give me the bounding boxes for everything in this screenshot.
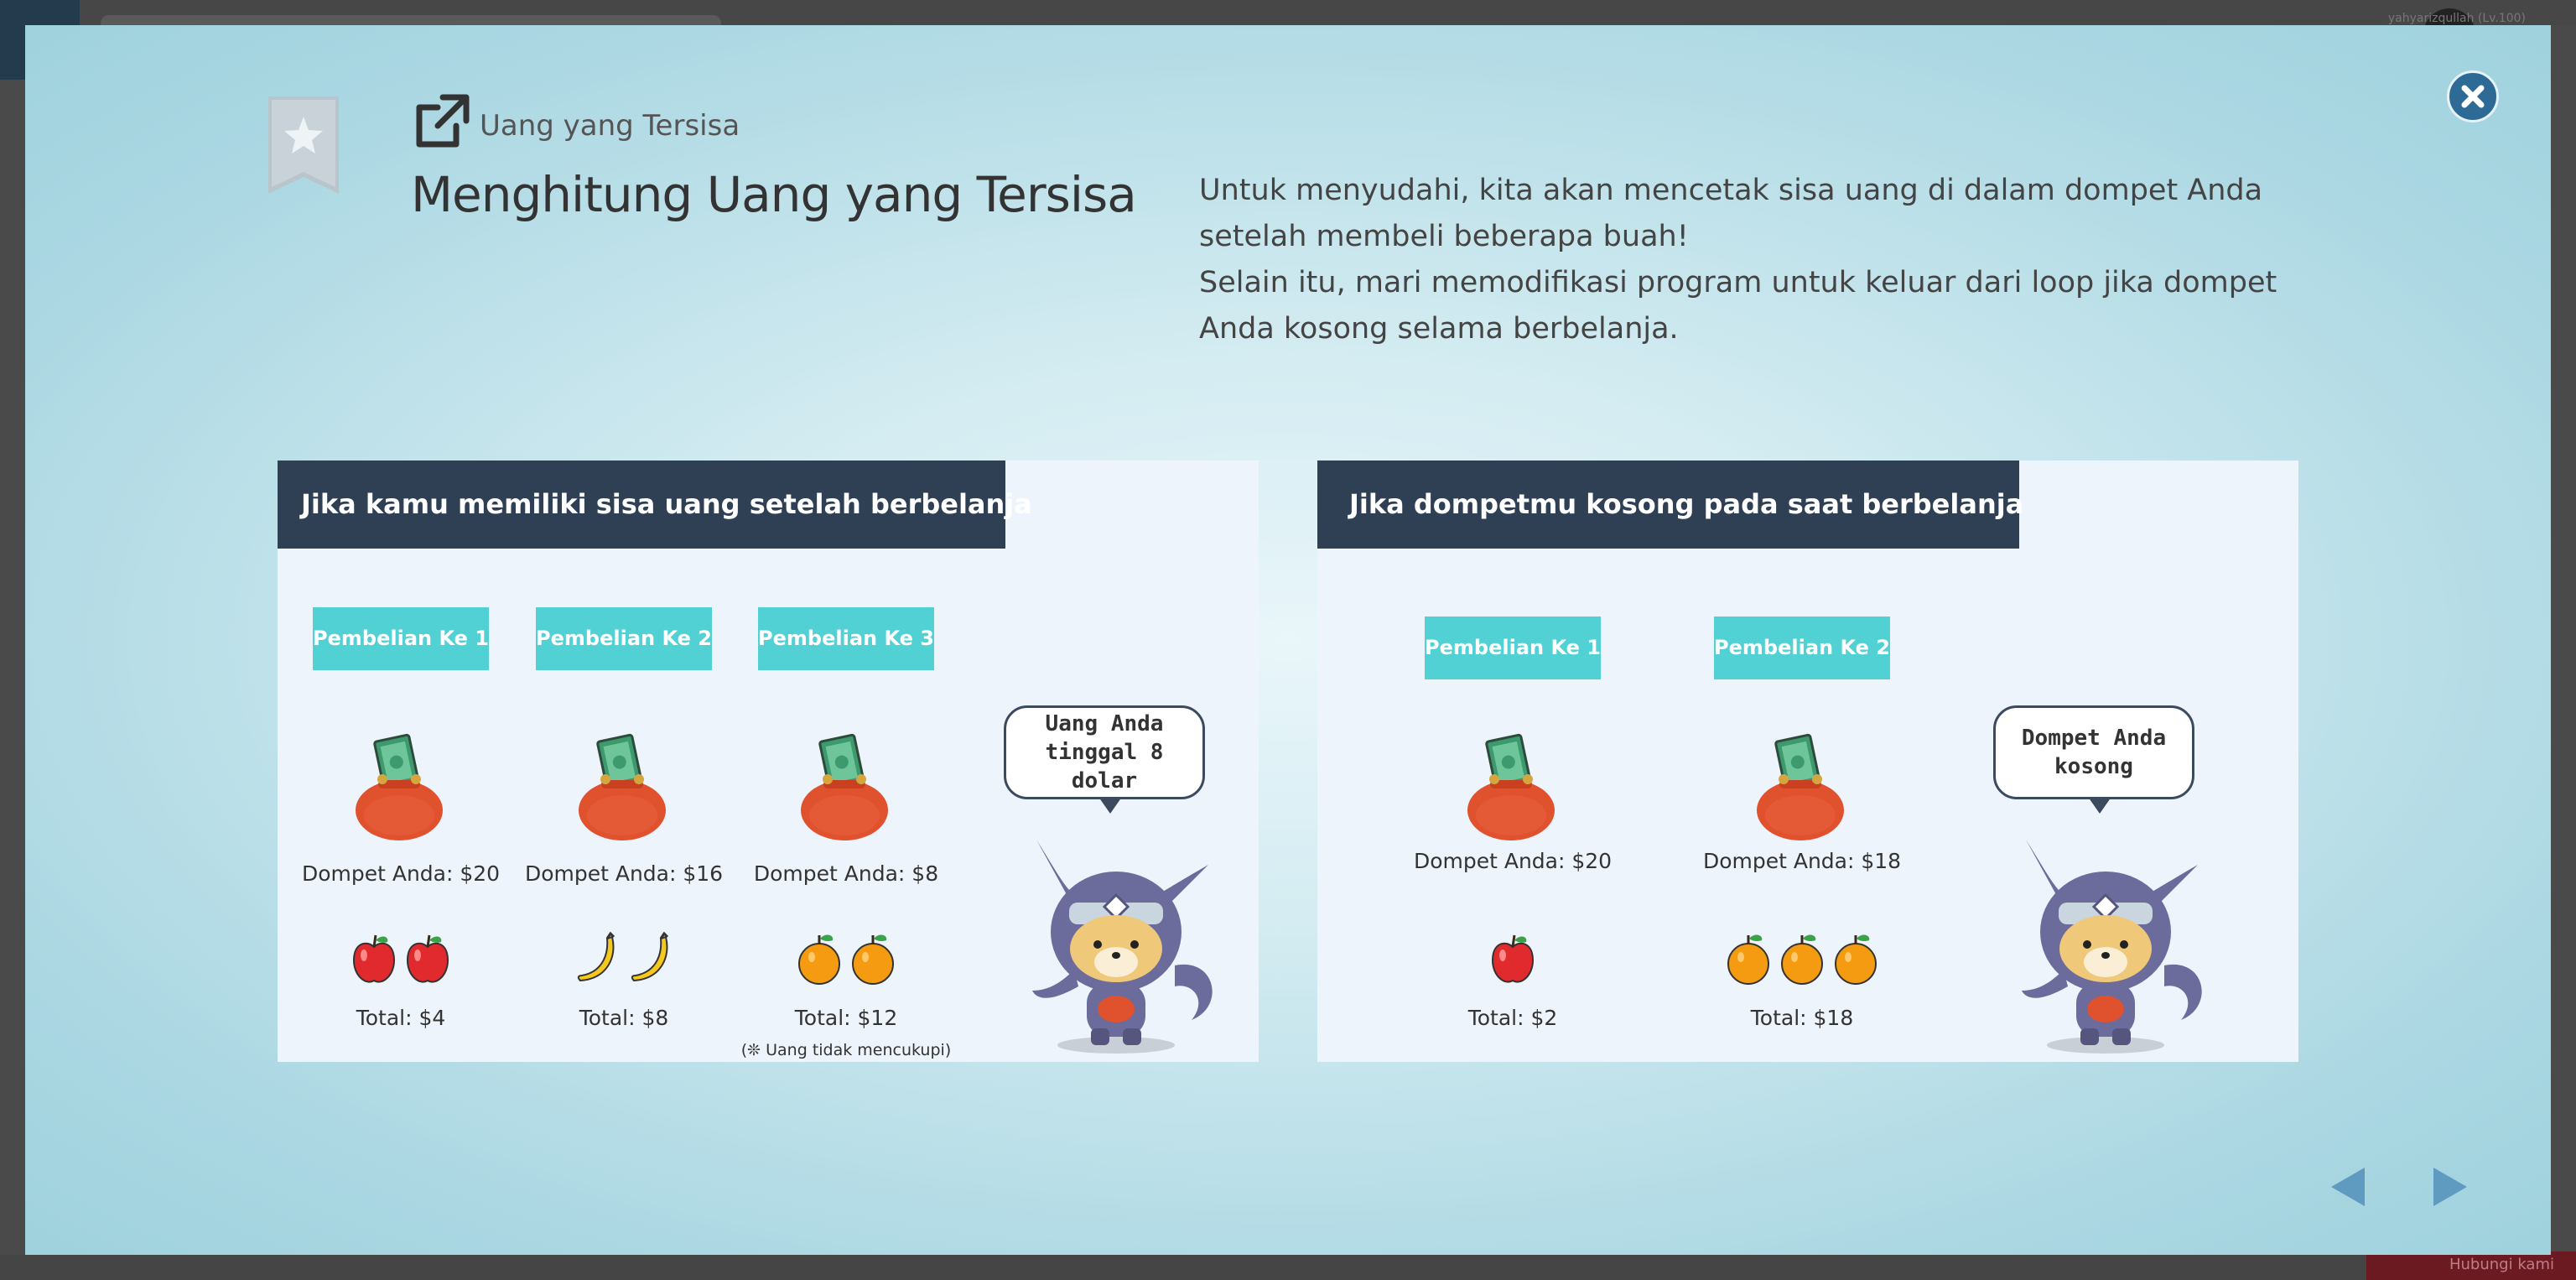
wallet-balance: Dompet Anda: $20 [1413, 849, 1613, 873]
purse-icon [354, 733, 444, 842]
orange-icon [1727, 934, 1770, 986]
slide-description: Untuk menyudahi, kita akan mencetak sisa… [1199, 168, 2306, 352]
fruit-row [569, 932, 678, 991]
illustration-panel-leftover: Jika kamu memiliki sisa uang setelah ber… [278, 460, 1259, 1062]
orange-icon [797, 934, 841, 986]
purse-icon [799, 733, 890, 842]
purse-icon [577, 733, 667, 842]
slide-title: Menghitung Uang yang Tersisa [411, 166, 1137, 223]
purse-icon [1755, 733, 1846, 842]
close-button[interactable] [2447, 70, 2499, 122]
fruit-row [1458, 932, 1567, 991]
purchase-column: Pembelian Ke 1 Dompet Anda: $20 Total: $… [302, 460, 500, 1062]
arrow-left-icon[interactable] [2327, 1166, 2369, 1208]
apple-icon [406, 934, 449, 984]
banana-icon [631, 932, 669, 982]
insufficient-money-note: (❊ Uang tidak mencukupi) [740, 1041, 952, 1059]
purchase-total: Total: $12 [794, 1006, 898, 1030]
wallet-balance: Dompet Anda: $18 [1702, 849, 1902, 873]
purchase-column: Pembelian Ke 3 Dompet Anda: $8 Total: $1… [741, 460, 951, 1062]
orange-icon [1780, 934, 1824, 986]
slide-subtitle: Uang yang Tersisa [480, 109, 740, 143]
purse-icon [1466, 733, 1556, 842]
purchase-badge: Pembelian Ke 1 [313, 607, 489, 670]
ninja-mascot-icon [1031, 838, 1214, 1055]
purchase-badge: Pembelian Ke 2 [1714, 617, 1890, 679]
ninja-mascot-icon [2020, 838, 2204, 1055]
purchase-total: Total: $8 [579, 1006, 669, 1030]
star-bookmark-icon[interactable] [268, 96, 339, 194]
external-link-icon [416, 94, 470, 148]
close-icon [2461, 85, 2485, 108]
background-contact-label: Hubungi kami [2449, 1256, 2554, 1273]
purchase-column: Pembelian Ke 2 Dompet Anda: $18 Total: $… [1703, 460, 1901, 1062]
orange-icon [1834, 934, 1877, 986]
arrow-right-icon[interactable] [2429, 1166, 2471, 1208]
speech-bubble: Uang Anda tinggal 8 dolar [1004, 705, 1205, 814]
purchase-column: Pembelian Ke 1 Dompet Anda: $20 Total: $… [1414, 460, 1612, 1062]
speech-bubble: Dompet Anda kosong [1993, 705, 2194, 814]
apple-icon [352, 934, 396, 984]
fruit-row [1710, 932, 1894, 991]
purchase-total: Total: $4 [356, 1006, 446, 1030]
background-bottom-bar [0, 1255, 2576, 1280]
orange-icon [851, 934, 895, 986]
purchase-total: Total: $18 [1750, 1006, 1854, 1030]
description-paragraph-1: Untuk menyudahi, kita akan mencetak sisa… [1199, 174, 2263, 253]
slide-modal: Uang yang Tersisa Menghitung Uang yang T… [25, 25, 2551, 1255]
purchase-badge: Pembelian Ke 3 [758, 607, 934, 670]
wallet-balance: Dompet Anda: $8 [753, 861, 939, 886]
bubble-line: tinggal 8 dolar [1045, 740, 1164, 793]
bubble-line: Dompet Anda [2021, 726, 2167, 751]
background-contact-button: Hubungi kami [2366, 1251, 2576, 1280]
fruit-row [792, 932, 901, 991]
illustration-panel-empty-wallet: Jika dompetmu kosong pada saat berbelanj… [1317, 460, 2298, 1062]
panel-header: Jika dompetmu kosong pada saat berbelanj… [1317, 460, 2023, 549]
purchase-badge: Pembelian Ke 2 [536, 607, 712, 670]
purchase-column: Pembelian Ke 2 Dompet Anda: $16 Total: $… [525, 460, 723, 1062]
apple-icon [1491, 934, 1535, 984]
wallet-balance: Dompet Anda: $16 [524, 861, 724, 886]
fruit-row [346, 932, 455, 991]
purchase-total: Total: $2 [1467, 1006, 1558, 1030]
background-username: yahyarizqullah (Lv.100) [2387, 12, 2526, 25]
bubble-line: kosong [2054, 754, 2133, 779]
wallet-balance: Dompet Anda: $20 [301, 861, 501, 886]
description-paragraph-2: Selain itu, mari memodifikasi program un… [1199, 266, 2277, 346]
bubble-line: Uang Anda [1045, 711, 1164, 736]
purchase-badge: Pembelian Ke 1 [1425, 617, 1601, 679]
banana-icon [577, 932, 615, 982]
